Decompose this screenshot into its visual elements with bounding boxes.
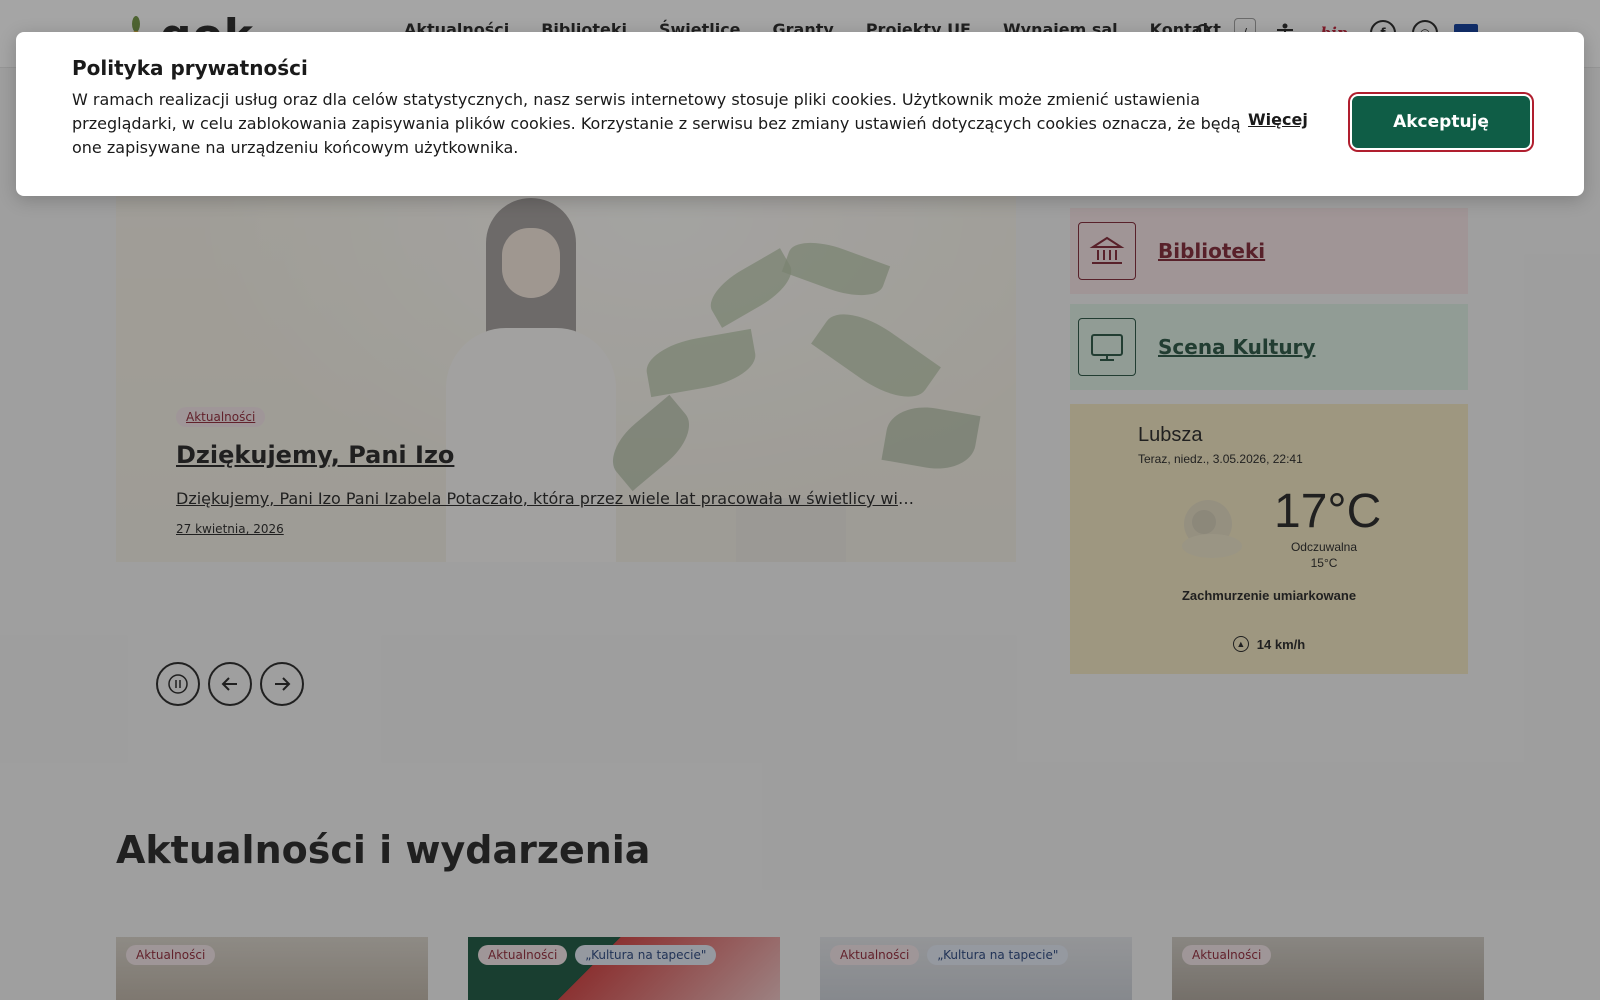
cookie-text: W ramach realizacji usług oraz dla celów… xyxy=(72,90,1241,157)
cookie-more-link[interactable]: Więcej xyxy=(1248,110,1308,129)
cookie-consent-dialog: Polityka prywatności W ramach realizacji… xyxy=(16,32,1584,196)
cookie-title: Polityka prywatności xyxy=(72,56,308,80)
cookie-accept-button[interactable]: Akceptuję xyxy=(1350,94,1532,150)
